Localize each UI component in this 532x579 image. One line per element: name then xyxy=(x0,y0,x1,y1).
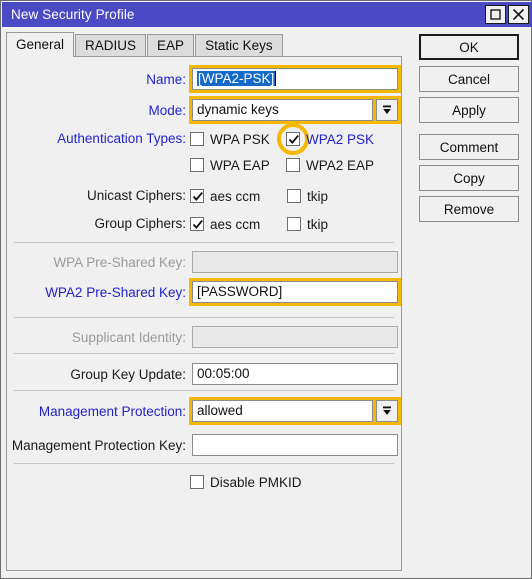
disable-pmkid-label: Disable PMKID xyxy=(210,474,302,490)
section-divider-1 xyxy=(14,242,394,243)
section-divider-5 xyxy=(14,463,394,464)
new-security-profile-window: New Security Profile General RADIUS EAP … xyxy=(0,0,532,579)
maximize-button[interactable] xyxy=(485,5,506,24)
group-aes-ccm-label: aes ccm xyxy=(210,216,261,232)
group-ciphers-label: Group Ciphers: xyxy=(94,216,186,231)
close-button[interactable] xyxy=(508,5,529,24)
wpa-eap-label: WPA EAP xyxy=(210,157,270,173)
supplicant-identity-input xyxy=(192,326,398,348)
checkbox-group-tkip[interactable]: tkip xyxy=(287,214,328,234)
mode-select[interactable]: dynamic keys xyxy=(192,99,373,121)
ok-button[interactable]: OK xyxy=(419,34,519,60)
unicast-ciphers-label: Unicast Ciphers: xyxy=(86,188,186,203)
tab-panel-seam xyxy=(7,55,65,57)
apply-button[interactable]: Apply xyxy=(419,97,519,123)
tab-static-keys[interactable]: Static Keys xyxy=(195,34,283,57)
checkbox-wpa-psk[interactable]: WPA PSK xyxy=(190,129,270,149)
checkbox-unicast-aes-ccm[interactable]: aes ccm xyxy=(190,186,260,206)
management-protection-key-label: Management Protection Key: xyxy=(11,438,186,453)
checkbox-unicast-tkip[interactable]: tkip xyxy=(287,186,328,206)
unicast-aes-ccm-label: aes ccm xyxy=(210,188,261,204)
wpa2-pre-shared-key-input[interactable]: [PASSWORD] xyxy=(192,281,398,303)
management-protection-dropdown-button[interactable] xyxy=(376,400,398,422)
mode-label: Mode: xyxy=(148,103,186,118)
management-protection-select[interactable]: allowed xyxy=(192,400,373,422)
wpa2-eap-label: WPA2 EAP xyxy=(306,157,375,173)
wpa-psk-checkbox[interactable] xyxy=(190,132,204,146)
checkbox-wpa2-eap[interactable]: WPA2 EAP xyxy=(286,155,374,175)
wpa2-psk-checkbox[interactable] xyxy=(286,132,300,146)
management-protection-label: Management Protection: xyxy=(38,404,186,419)
section-divider-4 xyxy=(14,390,394,391)
section-divider-3 xyxy=(14,353,394,354)
group-key-update-input[interactable]: 00:05:00 xyxy=(192,363,398,385)
wpa-pre-shared-key-label: WPA Pre-Shared Key: xyxy=(53,255,186,270)
management-protection-key-input[interactable] xyxy=(192,434,398,456)
name-label: Name: xyxy=(146,72,186,87)
disable-pmkid-checkbox[interactable] xyxy=(190,475,204,489)
title-bar-buttons xyxy=(483,5,532,24)
checkmark-icon xyxy=(192,192,203,201)
tab-general[interactable]: General xyxy=(6,32,75,57)
checkbox-disable-pmkid[interactable]: Disable PMKID xyxy=(190,472,302,492)
wpa-pre-shared-key-input xyxy=(192,251,398,273)
authentication-types-label: Authentication Types: xyxy=(57,131,186,146)
copy-button[interactable]: Copy xyxy=(419,165,519,191)
name-input[interactable]: [WPA2-PSK] xyxy=(192,68,398,90)
chevron-down-icon xyxy=(383,105,391,114)
wpa-psk-label: WPA PSK xyxy=(210,131,270,147)
tab-eap[interactable]: EAP xyxy=(147,34,195,57)
wpa2-pre-shared-key-label: WPA2 Pre-Shared Key: xyxy=(45,285,186,300)
text-caret xyxy=(275,71,277,86)
remove-button[interactable]: Remove xyxy=(419,196,519,222)
tab-radius[interactable]: RADIUS xyxy=(75,34,147,57)
chevron-down-icon xyxy=(383,406,391,415)
checkmark-icon xyxy=(288,135,299,144)
cancel-button[interactable]: Cancel xyxy=(419,66,519,92)
checkbox-wpa-eap[interactable]: WPA EAP xyxy=(190,155,270,175)
group-tkip-checkbox[interactable] xyxy=(287,217,301,231)
name-input-value: [WPA2-PSK] xyxy=(197,71,276,86)
unicast-tkip-checkbox[interactable] xyxy=(287,189,301,203)
unicast-tkip-label: tkip xyxy=(307,188,329,204)
section-divider-2 xyxy=(14,317,394,318)
supplicant-identity-label: Supplicant Identity: xyxy=(71,330,186,345)
wpa2-psk-label: WPA2 PSK xyxy=(306,131,375,147)
tab-strip: General RADIUS EAP Static Keys xyxy=(6,32,284,57)
close-icon xyxy=(512,8,525,21)
maximize-icon xyxy=(490,9,501,20)
title-bar: New Security Profile xyxy=(2,2,532,27)
mode-dropdown-button[interactable] xyxy=(376,99,398,121)
checkbox-group-aes-ccm[interactable]: aes ccm xyxy=(190,214,260,234)
group-key-update-label: Group Key Update: xyxy=(70,367,186,382)
checkbox-wpa2-psk[interactable]: WPA2 PSK xyxy=(286,129,374,149)
wpa-eap-checkbox[interactable] xyxy=(190,158,204,172)
group-tkip-label: tkip xyxy=(307,216,329,232)
wpa2-eap-checkbox[interactable] xyxy=(286,158,300,172)
window-title: New Security Profile xyxy=(11,7,135,22)
comment-button[interactable]: Comment xyxy=(419,134,519,160)
group-aes-ccm-checkbox[interactable] xyxy=(190,217,204,231)
unicast-aes-ccm-checkbox[interactable] xyxy=(190,189,204,203)
checkmark-icon xyxy=(192,220,203,229)
